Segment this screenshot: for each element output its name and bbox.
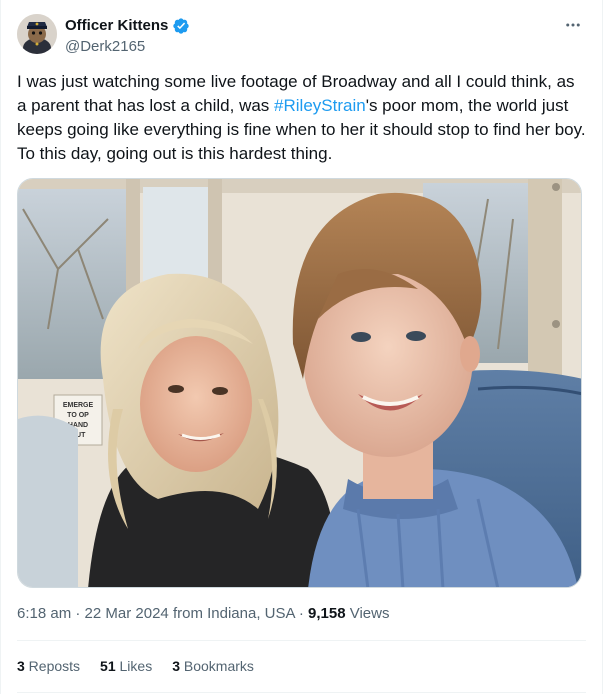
emergency-sign-line-1: EMERGE [63, 402, 94, 409]
bookmarks-label: Bookmarks [180, 658, 254, 674]
tweet-date[interactable]: 22 Mar 2024 [85, 605, 169, 622]
author-display-name[interactable]: Officer Kittens [65, 16, 168, 36]
tweet-text: I was just watching some live footage of… [17, 70, 587, 166]
cat-officer-avatar-icon [17, 14, 57, 54]
tweet-location: from Indiana, USA [168, 605, 295, 622]
verified-badge-icon[interactable] [172, 17, 190, 35]
meta-separator: · [71, 605, 85, 622]
author-handle[interactable]: @Derk2165 [65, 37, 145, 57]
reposts-stat[interactable]: 3 Reposts [17, 656, 80, 676]
likes-count: 51 [100, 658, 116, 674]
reposts-count: 3 [17, 658, 25, 674]
emergency-sign-line-2: TO OP [67, 412, 89, 419]
author-name-row: Officer Kittens [65, 16, 190, 36]
divider [17, 692, 586, 693]
author-avatar[interactable] [17, 14, 57, 54]
engagement-stats: 3 Reposts 51 Likes 3 Bookmarks [17, 656, 254, 676]
more-horizontal-icon [566, 23, 580, 27]
tweet-time[interactable]: 6:18 am [17, 605, 71, 622]
hashtag-link[interactable]: #RileyStrain [274, 96, 366, 115]
bookmarks-count: 3 [172, 658, 180, 674]
more-button[interactable] [560, 14, 586, 36]
likes-stat[interactable]: 51 Likes [100, 656, 152, 676]
meta-separator: · [294, 605, 309, 622]
divider [17, 640, 586, 641]
bookmarks-stat[interactable]: 3 Bookmarks [172, 656, 254, 676]
tweet-header: Officer Kittens @Derk2165 [17, 14, 586, 58]
views-label: Views [345, 605, 390, 622]
tweet-card: Officer Kittens @Derk2165 I was just wat… [0, 0, 603, 694]
views-count: 9,158 [308, 605, 346, 622]
reposts-label: Reposts [24, 658, 81, 674]
tweet-photo[interactable]: EMERGE TO OP HAND OUT [17, 178, 582, 588]
tweet-meta: 6:18 am · 22 Mar 2024 from Indiana, USA … [17, 604, 390, 624]
likes-label: Likes [115, 658, 153, 674]
selfie-photo-image: EMERGE TO OP HAND OUT [18, 179, 581, 587]
